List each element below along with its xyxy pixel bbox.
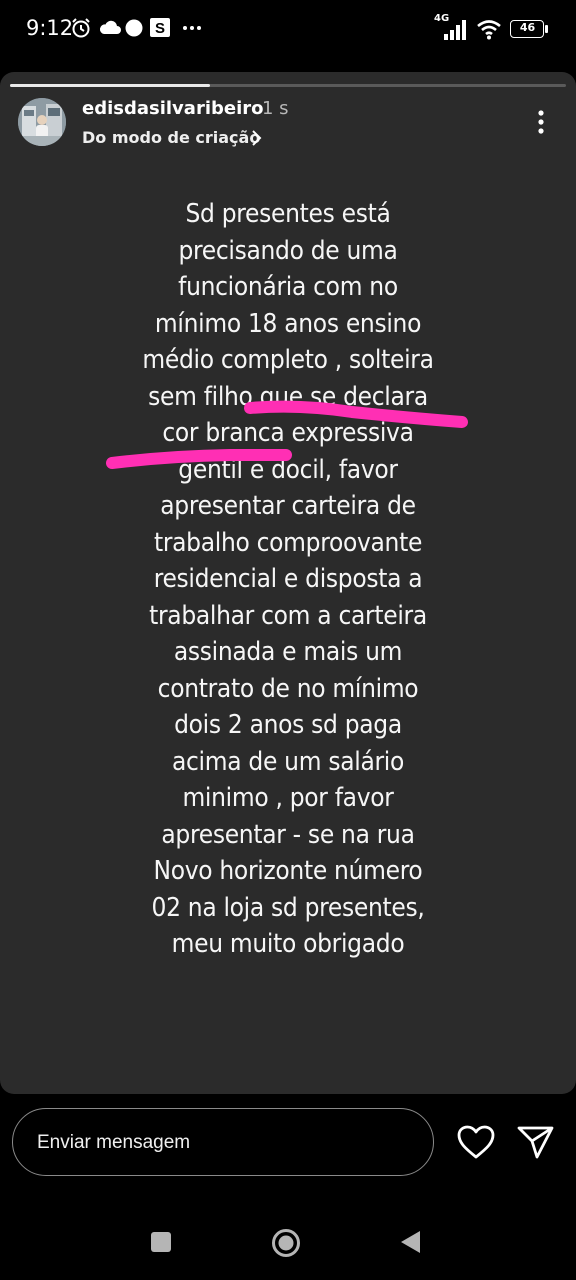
- avatar[interactable]: [18, 98, 66, 146]
- navigation-bar: [0, 1208, 576, 1280]
- heart-icon[interactable]: [456, 1124, 496, 1160]
- signal-icon: 4G: [434, 13, 468, 41]
- s-app-icon: S: [150, 18, 170, 37]
- status-bar: 9:12 S 4G 46: [0, 0, 576, 58]
- back-icon[interactable]: [400, 1230, 422, 1254]
- wifi-icon: [477, 20, 501, 40]
- home-icon[interactable]: [271, 1228, 301, 1258]
- recents-icon[interactable]: [150, 1230, 172, 1254]
- story-caption: Sd presentes está precisando de uma func…: [142, 199, 434, 959]
- story-progress-bar: [10, 84, 566, 87]
- message-composer[interactable]: [12, 1108, 434, 1177]
- battery-level: 46: [519, 21, 536, 34]
- send-icon[interactable]: [516, 1124, 556, 1160]
- story-time: 1 s: [262, 98, 289, 119]
- dot-icon: [125, 19, 143, 37]
- story-source-link[interactable]: Do modo de criação: [82, 128, 260, 147]
- alarm-icon: [72, 18, 90, 38]
- chevron-right-icon[interactable]: [250, 128, 264, 148]
- profile-photo: [18, 98, 66, 146]
- story-progress-fill: [10, 84, 211, 87]
- cloud-icon: [99, 20, 121, 34]
- more-icon: [183, 26, 201, 30]
- status-time: 9:12: [26, 16, 74, 40]
- more-options-icon[interactable]: [530, 108, 552, 138]
- svg-text:S: S: [155, 20, 165, 37]
- story-username[interactable]: edisdasilvaribeiro: [82, 98, 264, 119]
- message-input[interactable]: [35, 1109, 409, 1177]
- battery-icon: 46: [510, 20, 548, 38]
